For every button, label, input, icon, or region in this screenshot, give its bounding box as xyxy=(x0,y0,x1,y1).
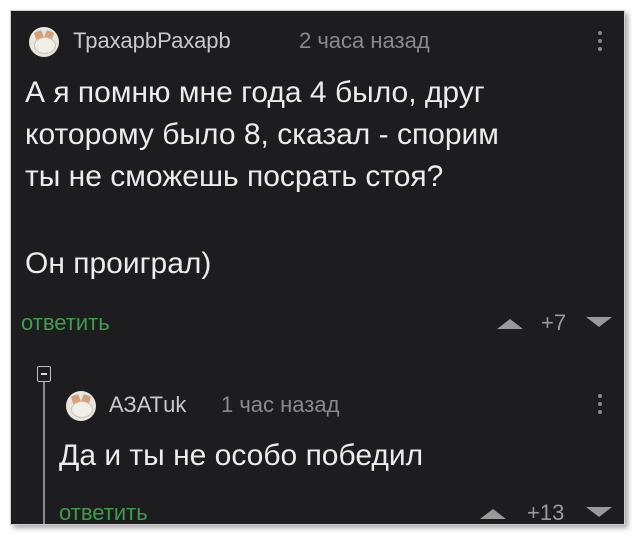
comment-text-line: Да и ты не особо победил xyxy=(59,439,424,472)
downvote-arrow-icon[interactable] xyxy=(586,317,612,327)
collapse-thread-icon[interactable] xyxy=(37,366,51,382)
reply-link[interactable]: ответить xyxy=(59,500,148,524)
comment-text-line: ты не сможешь посрать стоя? xyxy=(25,160,444,193)
kebab-menu-icon[interactable] xyxy=(597,31,603,55)
vote-score: +13 xyxy=(527,500,565,525)
reply-link[interactable]: ответить xyxy=(21,310,110,336)
vote-score: +7 xyxy=(541,310,567,335)
upvote-arrow-icon[interactable] xyxy=(480,509,506,519)
comment-time: 2 часа назад xyxy=(299,28,430,53)
comments-panel: ТрахарbРахарb 2 часа назад А я помню мне… xyxy=(10,10,625,525)
avatar-icon[interactable] xyxy=(66,391,96,421)
upvote-arrow-icon[interactable] xyxy=(497,319,523,329)
comment-text-line: А я помню мне года 4 было, друг xyxy=(25,76,485,109)
kebab-menu-icon[interactable] xyxy=(597,394,603,418)
downvote-arrow-icon[interactable] xyxy=(586,507,612,517)
comment-text-line: которому было 8, сказал - спорим xyxy=(25,118,499,151)
comment-author[interactable]: ТрахарbРахарb xyxy=(73,28,231,54)
thread-line xyxy=(43,382,45,524)
comment-text-line: Он проиграл) xyxy=(25,247,212,280)
comment-time: 1 час назад xyxy=(221,392,340,417)
avatar-icon[interactable] xyxy=(29,27,59,57)
comment-author[interactable]: АЗАТuk xyxy=(109,392,186,418)
